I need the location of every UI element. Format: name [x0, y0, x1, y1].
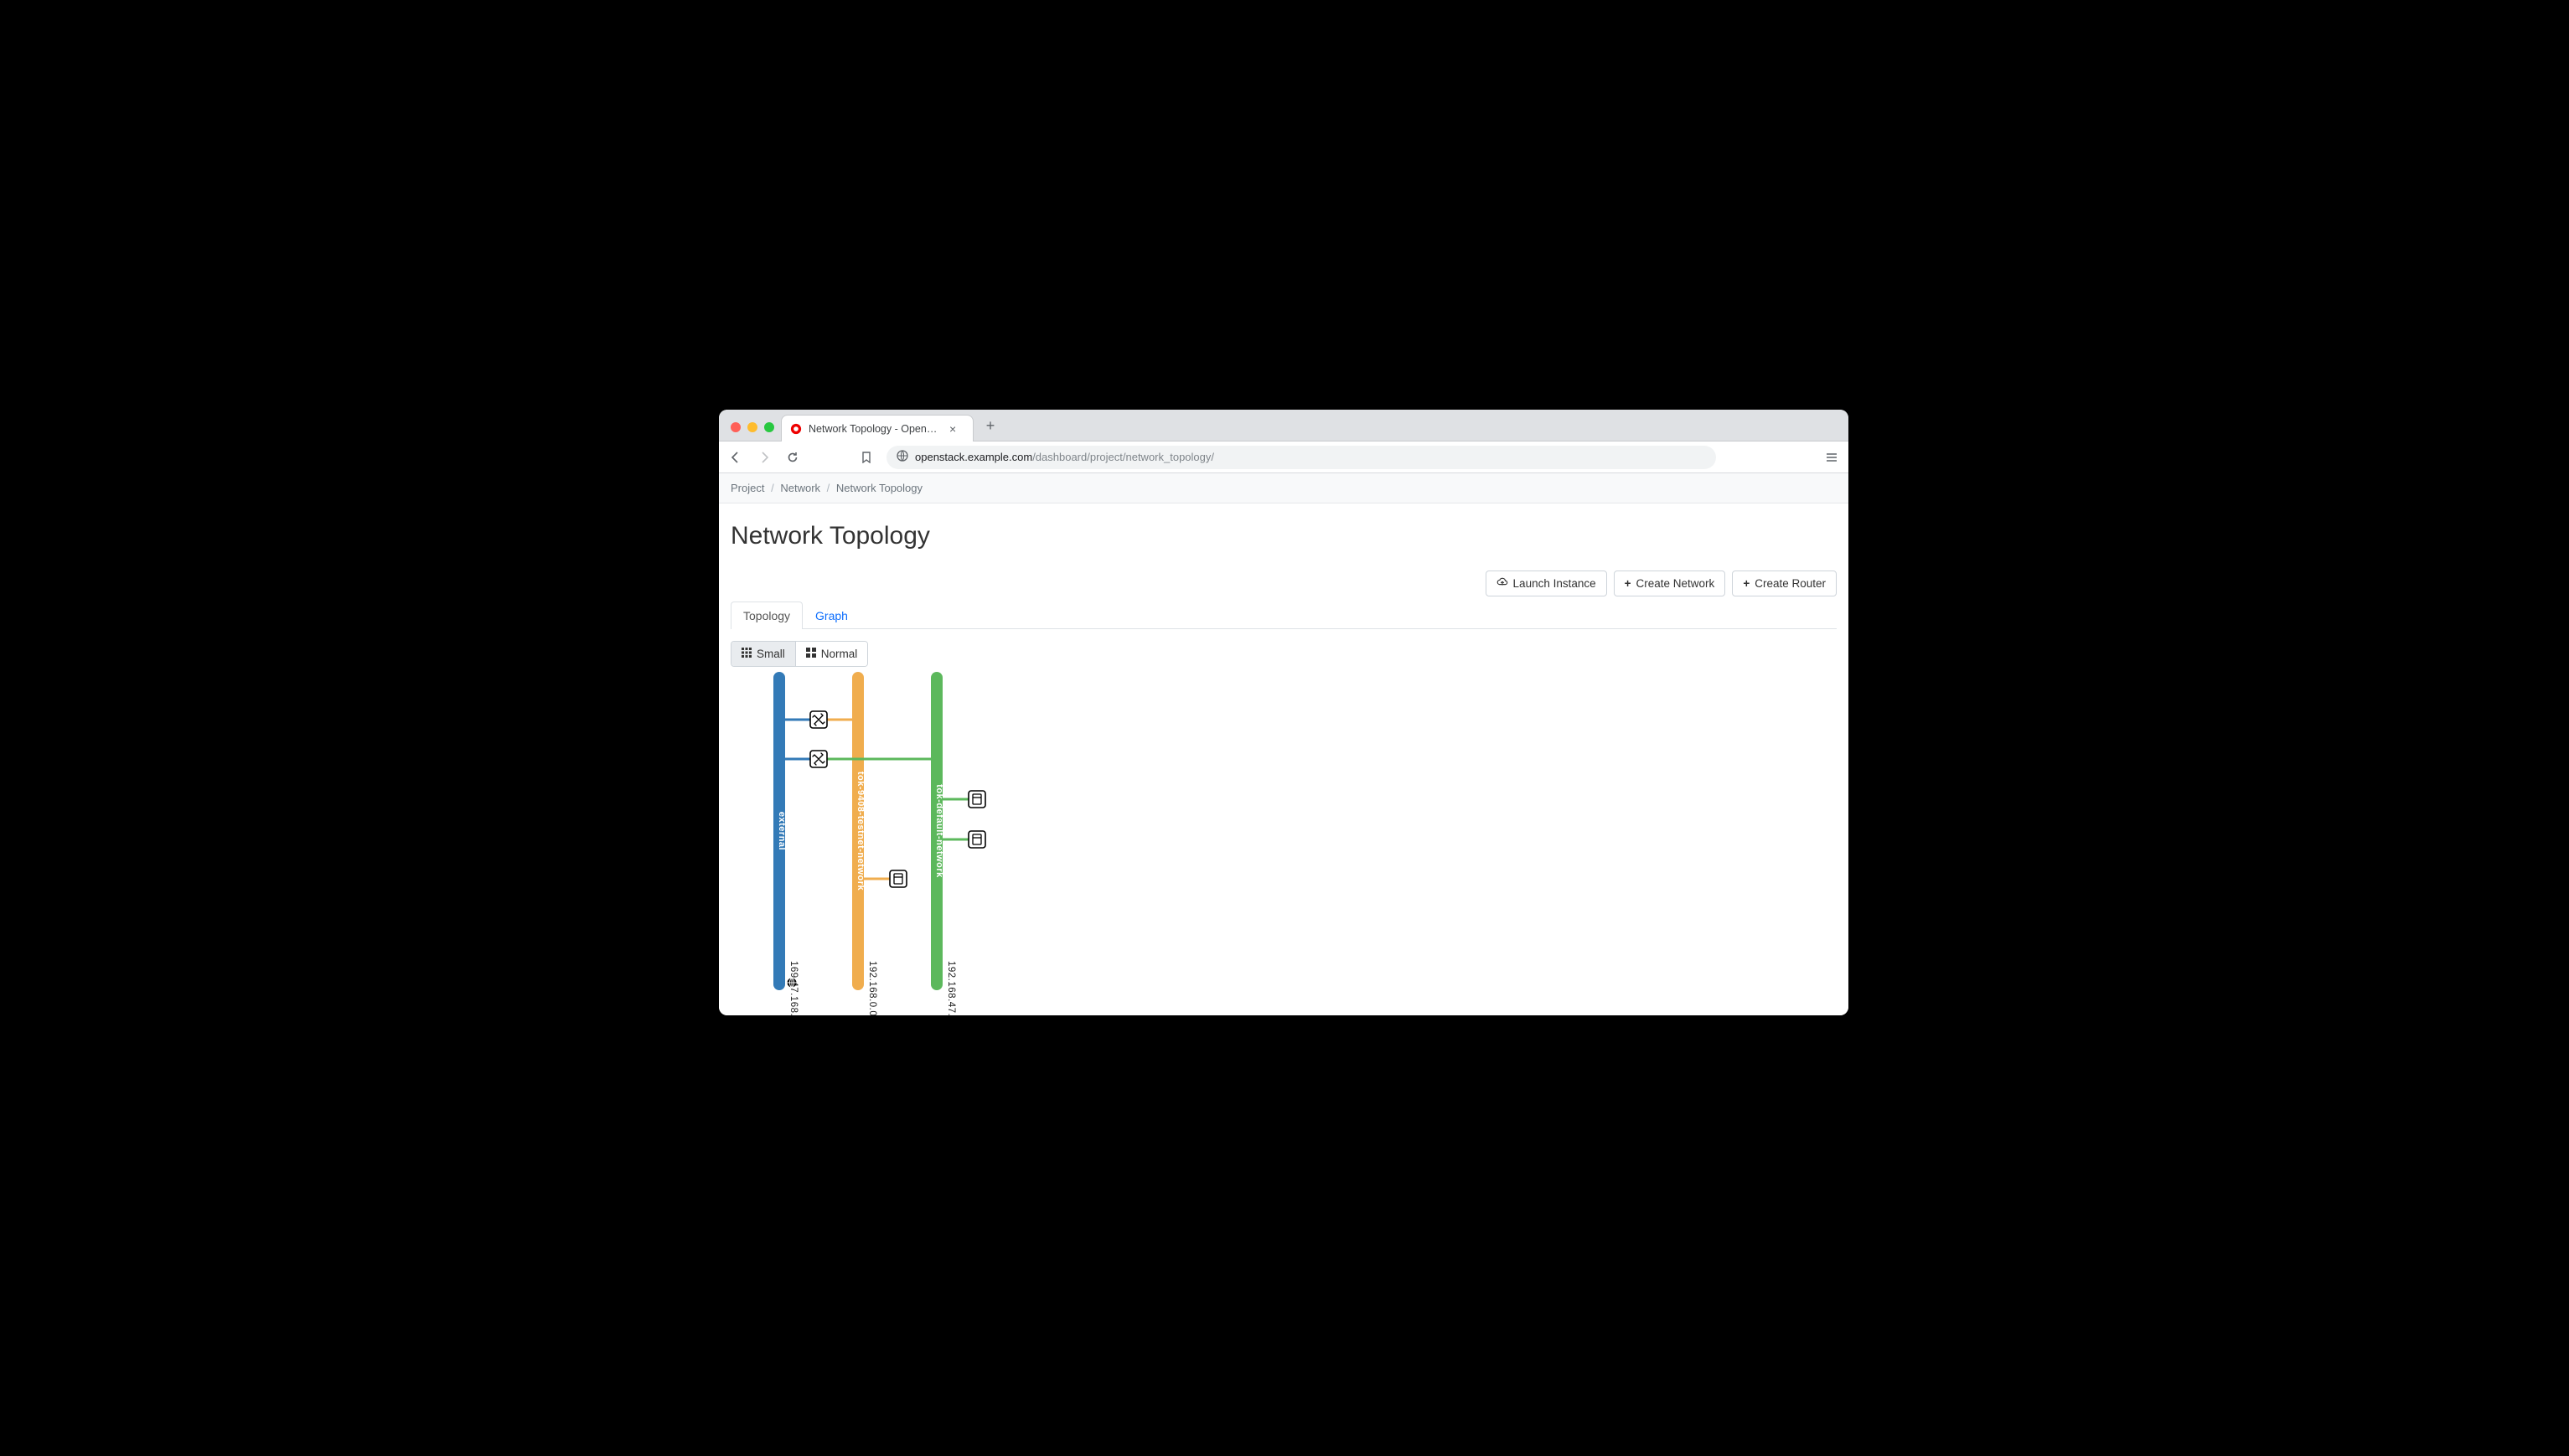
view-tabs: Topology Graph [731, 602, 1837, 629]
page-title: Network Topology [731, 522, 1837, 550]
plus-icon: + [1743, 577, 1750, 590]
size-normal-label: Normal [821, 648, 858, 660]
create-router-button[interactable]: + Create Router [1732, 571, 1837, 596]
address-bar[interactable]: openstack.example.com/dashboard/project/… [886, 446, 1716, 469]
plus-icon: + [1625, 577, 1631, 590]
launch-instance-label: Launch Instance [1513, 577, 1596, 590]
size-small-label: Small [757, 648, 785, 660]
url-path: /dashboard/project/network_topology/ [1032, 451, 1214, 463]
network-cidr-testnet: 192.168.0.0/24 [867, 961, 877, 1015]
breadcrumb-network[interactable]: Network [780, 482, 820, 494]
tab-graph[interactable]: Graph [803, 602, 861, 629]
breadcrumb-separator: / [768, 482, 778, 494]
browser-menu-button[interactable] [1823, 449, 1840, 466]
tab-topology-label: Topology [743, 609, 790, 622]
back-button[interactable] [727, 449, 744, 466]
create-network-label: Create Network [1636, 577, 1715, 590]
browser-tabstrip: Network Topology - OpenStack D × + [719, 410, 1848, 441]
url-host: openstack.example.com [915, 451, 1032, 463]
size-normal-button[interactable]: Normal [795, 642, 868, 666]
browser-toolbar: openstack.example.com/dashboard/project/… [719, 441, 1848, 473]
action-buttons: Launch Instance + Create Network + Creat… [731, 571, 1837, 596]
tab-title: Network Topology - OpenStack D [809, 423, 943, 435]
size-small-button[interactable]: Small [731, 642, 795, 666]
network-label-external: external [777, 812, 787, 850]
browser-window: Network Topology - OpenStack D × + [719, 410, 1848, 1015]
launch-instance-button[interactable]: Launch Instance [1486, 571, 1607, 596]
breadcrumb: Project / Network / Network Topology [719, 473, 1848, 503]
bookmark-button[interactable] [858, 449, 875, 466]
grid-large-icon [806, 648, 816, 660]
page-viewport: Project / Network / Network Topology Net… [719, 473, 1848, 1015]
breadcrumb-project[interactable]: Project [731, 482, 764, 494]
window-controls [727, 422, 781, 441]
tab-topology[interactable]: Topology [731, 602, 803, 629]
cloud-upload-icon [1496, 576, 1508, 591]
site-info-icon[interactable] [897, 450, 908, 464]
create-router-label: Create Router [1755, 577, 1826, 590]
network-label-testnet: tok-9408-testnet-network [855, 772, 866, 891]
breadcrumb-separator: / [824, 482, 834, 494]
window-close-button[interactable] [731, 422, 741, 432]
window-minimize-button[interactable] [747, 422, 757, 432]
network-cidr-default: 192.168.47.0/24 [946, 961, 956, 1015]
reload-button[interactable] [784, 449, 801, 466]
create-network-button[interactable]: + Create Network [1614, 571, 1726, 596]
forward-button[interactable] [756, 449, 773, 466]
tab-close-icon[interactable]: × [949, 422, 956, 436]
breadcrumb-current: Network Topology [836, 482, 923, 494]
tab-graph-label: Graph [815, 609, 848, 622]
network-cidr-external: 169.47.168.0/24 [788, 961, 799, 1015]
browser-tab[interactable]: Network Topology - OpenStack D × [781, 415, 974, 441]
instance-icon[interactable] [890, 870, 907, 887]
instance-icon[interactable] [969, 831, 985, 848]
window-zoom-button[interactable] [764, 422, 774, 432]
topology-canvas[interactable]: external 169.47.168.0/24 tok-9408-testnet-… [731, 672, 1837, 1015]
grid-small-icon [742, 648, 752, 660]
new-tab-button[interactable]: + [979, 414, 1002, 437]
favicon-icon [790, 423, 802, 435]
size-toggle: Small Normal [731, 641, 868, 667]
instance-icon[interactable] [969, 791, 985, 808]
